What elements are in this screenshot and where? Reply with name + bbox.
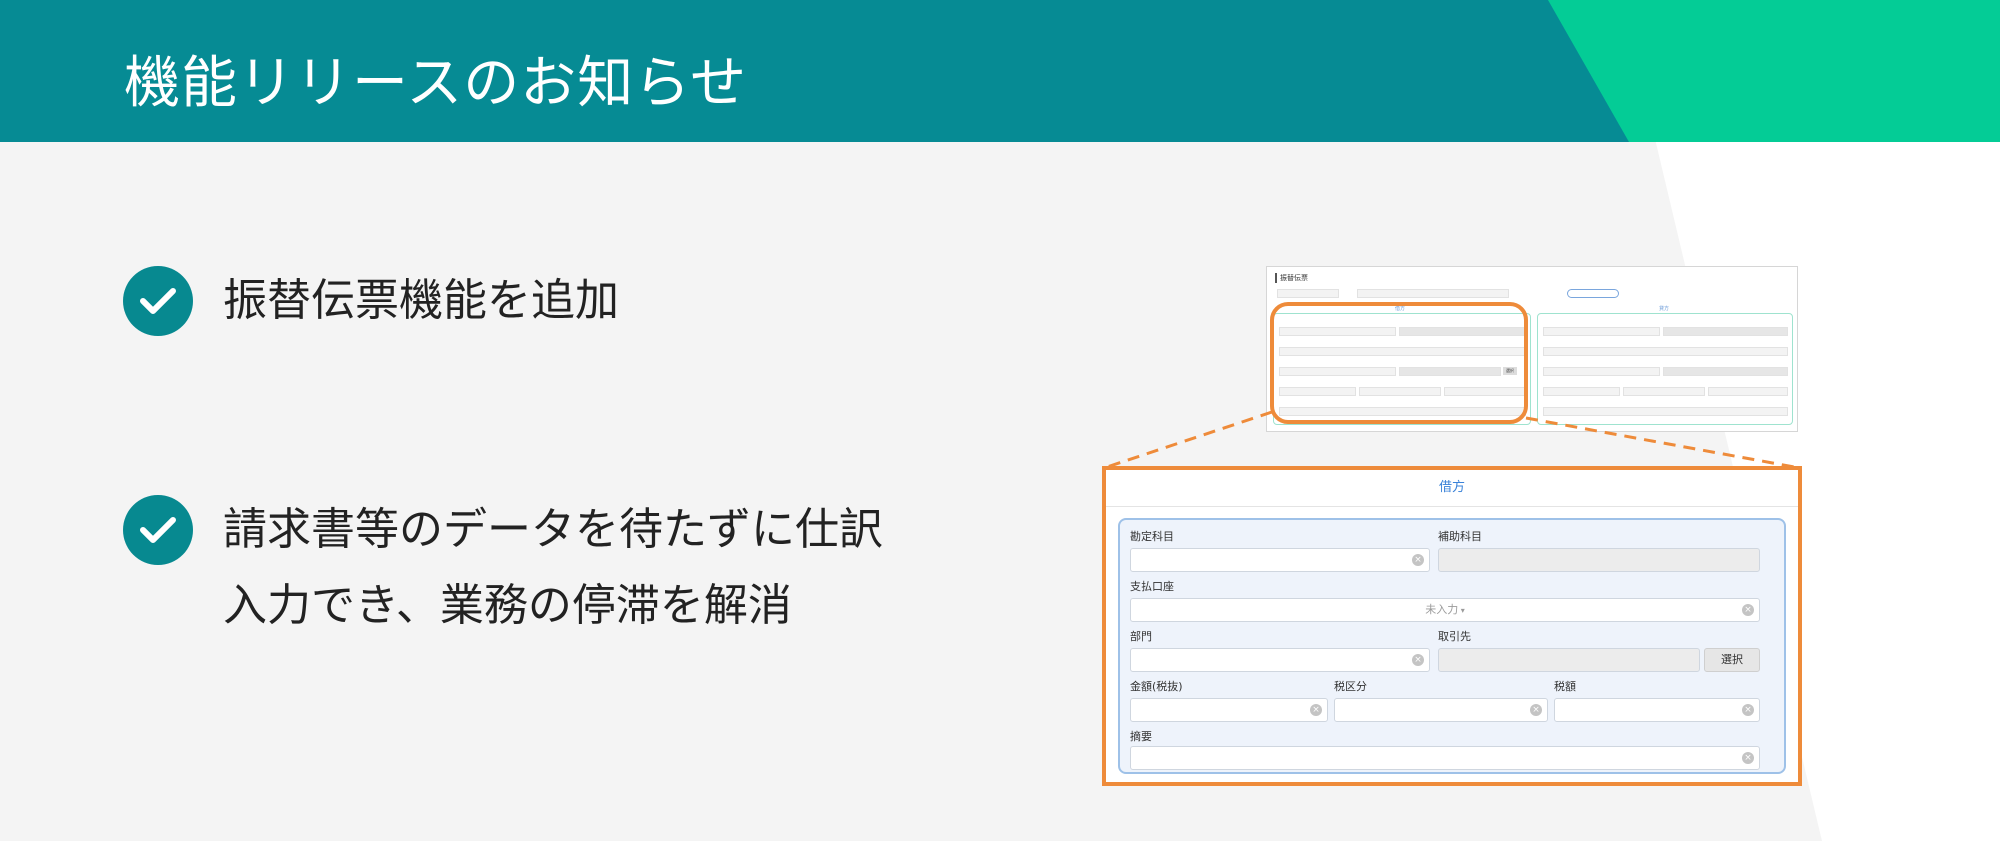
department-label: 部門 [1130, 630, 1152, 643]
partner-label: 取引先 [1438, 630, 1471, 643]
amount-input[interactable]: × [1130, 698, 1328, 722]
account-label: 勘定科目 [1130, 530, 1174, 543]
memo-label: 摘要 [1130, 730, 1152, 743]
chevron-down-icon: ▾ [1458, 606, 1465, 615]
tab-debit[interactable]: 借方 [1106, 470, 1798, 507]
account-input[interactable]: × [1130, 548, 1430, 572]
partner-input [1438, 648, 1700, 672]
department-input[interactable]: × [1130, 648, 1430, 672]
clear-icon[interactable]: × [1742, 752, 1754, 764]
select-partner-button[interactable]: 選択 [1704, 648, 1760, 672]
clear-icon[interactable]: × [1412, 654, 1424, 666]
payment-account-placeholder: 未入力 ▾ [1425, 603, 1465, 616]
tax-category-input[interactable]: × [1334, 698, 1548, 722]
zoomed-debit-panel: 借方 勘定科目 補助科目 × 支払口座 未入力 ▾ × 部門 取引先 × 選択 … [1102, 466, 1802, 786]
clear-icon[interactable]: × [1412, 554, 1424, 566]
tax-amount-input[interactable]: × [1554, 698, 1760, 722]
memo-input[interactable]: × [1130, 746, 1760, 770]
clear-icon[interactable]: × [1742, 604, 1754, 616]
clear-icon[interactable]: × [1530, 704, 1542, 716]
debit-form-card: 勘定科目 補助科目 × 支払口座 未入力 ▾ × 部門 取引先 × 選択 金額(… [1118, 518, 1786, 774]
sub-account-input [1438, 548, 1760, 572]
sub-account-label: 補助科目 [1438, 530, 1482, 543]
payment-account-label: 支払口座 [1130, 580, 1174, 593]
clear-icon[interactable]: × [1310, 704, 1322, 716]
tax-amount-label: 税額 [1554, 680, 1576, 693]
amount-label: 金額(税抜) [1130, 680, 1183, 693]
payment-account-select[interactable]: 未入力 ▾ × [1130, 598, 1760, 622]
tax-category-label: 税区分 [1334, 680, 1367, 693]
clear-icon[interactable]: × [1742, 704, 1754, 716]
